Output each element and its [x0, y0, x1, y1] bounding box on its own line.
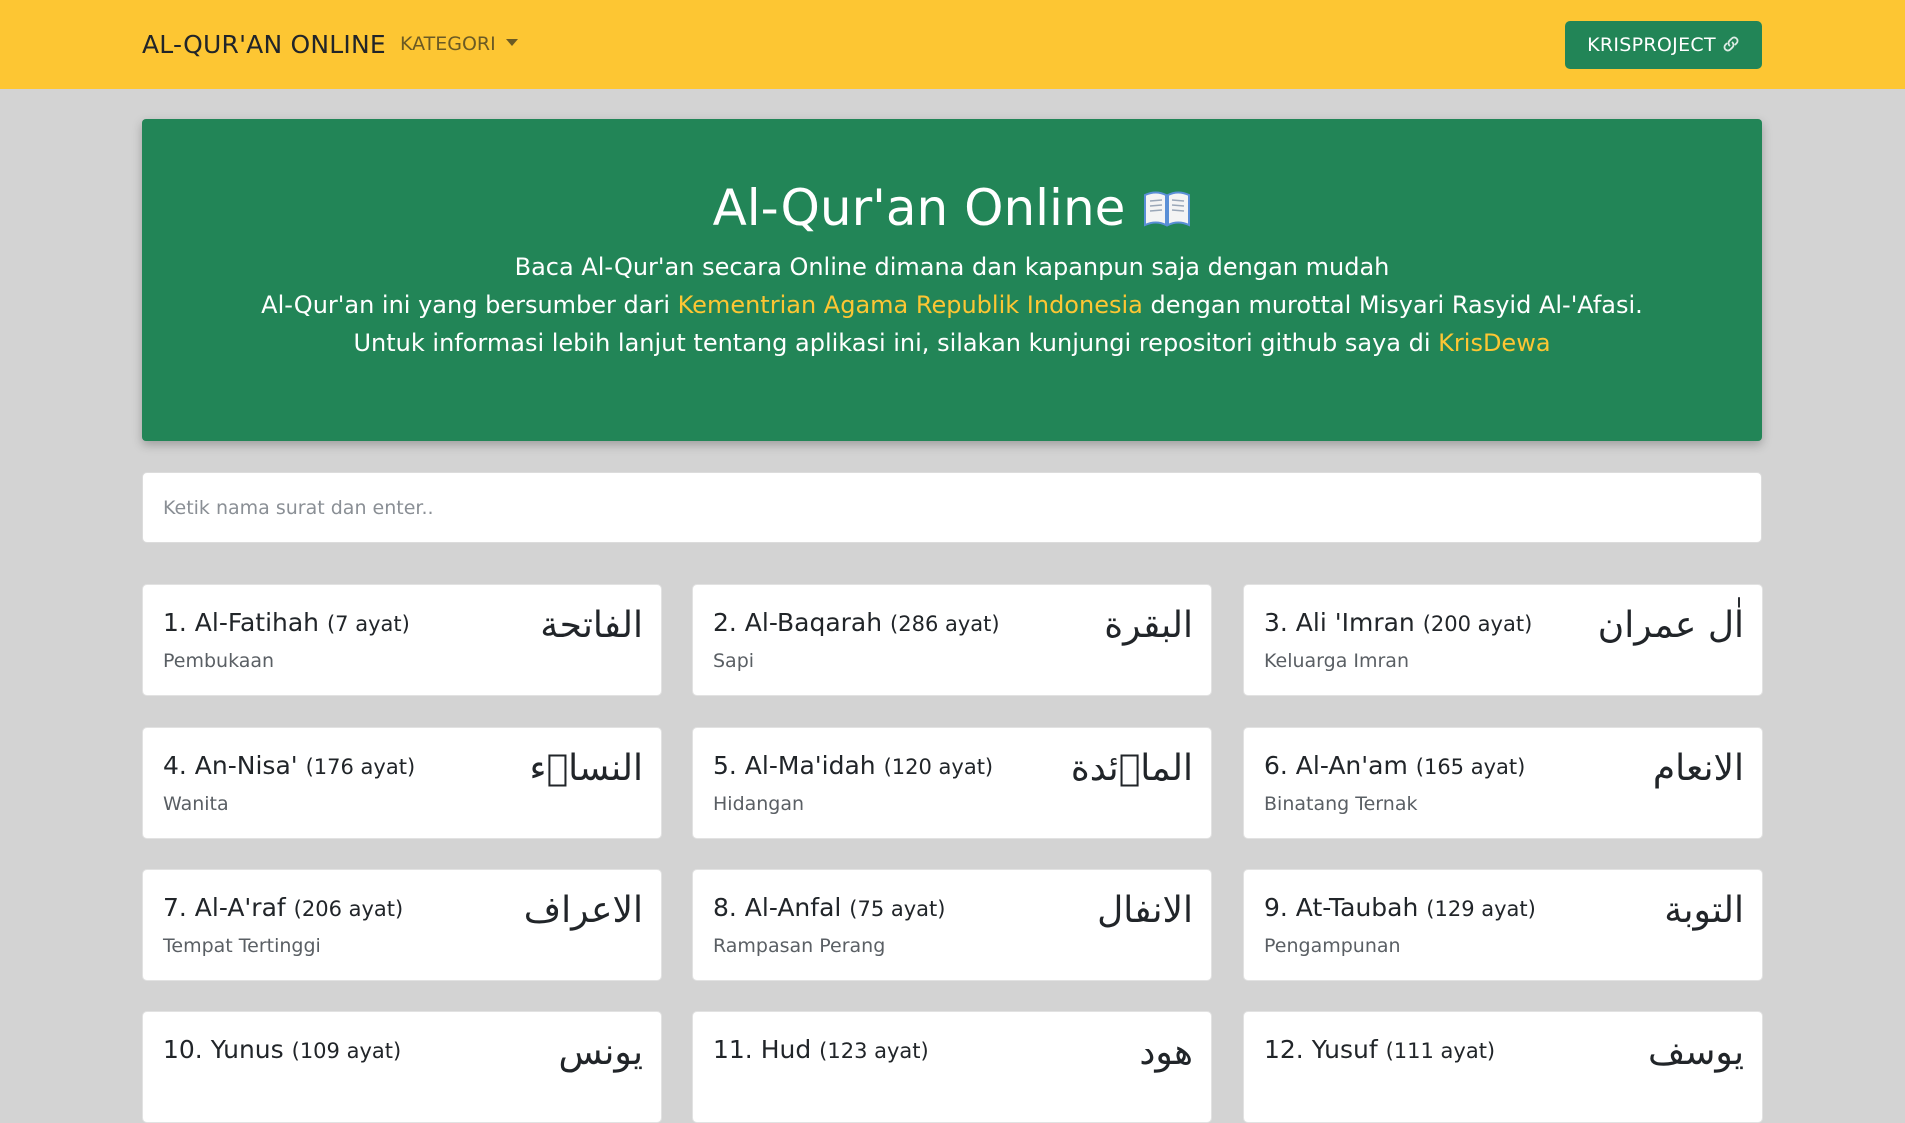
surah-title: 7. Al-A'raf (206 ayat)	[163, 892, 403, 925]
kategori-label: KATEGORI	[400, 33, 496, 55]
surah-card[interactable]: 8. Al-Anfal (75 ayat) Rampasan Perang ال…	[692, 869, 1212, 981]
surah-title: 11. Hud (123 ayat)	[713, 1034, 929, 1067]
hero-description-line3: Untuk informasi lebih lanjut tentang apl…	[142, 326, 1762, 360]
kemenag-link[interactable]: Kementrian Agama Republik Indonesia	[678, 291, 1143, 319]
surah-name: 6. Al-An'am	[1264, 751, 1408, 780]
surah-card[interactable]: 7. Al-A'raf (206 ayat) Tempat Tertinggi …	[142, 869, 662, 981]
surah-meaning: Binatang Ternak	[1264, 793, 1418, 815]
surah-ayat-count: (123 ayat)	[819, 1039, 929, 1063]
surah-ayat-count: (129 ayat)	[1426, 897, 1536, 921]
surah-arabic-name: النساۤء	[529, 748, 643, 789]
hero-description-line1: Baca Al-Qur'an secara Online dimana dan …	[514, 253, 1390, 281]
surah-title: 1. Al-Fatihah (7 ayat)	[163, 607, 410, 640]
hero-line2-prefix: Al-Qur'an ini yang bersumber dari	[261, 291, 678, 319]
surah-card[interactable]: 12. Yusuf (111 ayat) يوسف	[1243, 1011, 1763, 1123]
surah-name: 5. Al-Ma'idah	[713, 751, 876, 780]
surah-arabic-name: يوسف	[1647, 1032, 1744, 1073]
surah-meaning: Pembukaan	[163, 650, 275, 672]
hero-line3-prefix: Untuk informasi lebih lanjut tentang apl…	[353, 329, 1439, 357]
surah-card[interactable]: 11. Hud (123 ayat) هود	[692, 1011, 1212, 1123]
hero-jumbotron: Al-Qur'an Online Baca Al-Qur'an secara O…	[142, 119, 1762, 441]
surah-card[interactable]: 9. At-Taubah (129 ayat) Pengampunan التو…	[1243, 869, 1763, 981]
surah-arabic-name: البقرة	[1104, 605, 1193, 646]
surah-title: 4. An-Nisa' (176 ayat)	[163, 750, 415, 783]
surah-ayat-count: (165 ayat)	[1415, 755, 1526, 779]
surah-arabic-name: الانفال	[1097, 890, 1193, 931]
caret-down-icon	[505, 39, 518, 46]
surah-meaning: Sapi	[713, 650, 755, 672]
surah-title: 2. Al-Baqarah (286 ayat)	[713, 607, 1000, 640]
surah-meaning: Hidangan	[713, 793, 805, 815]
surah-ayat-count: (75 ayat)	[849, 897, 946, 921]
surah-ayat-count: (200 ayat)	[1422, 612, 1533, 636]
surah-ayat-count: (111 ayat)	[1385, 1039, 1496, 1063]
surah-title: 6. Al-An'am (165 ayat)	[1264, 750, 1525, 783]
surah-title: 5. Al-Ma'idah (120 ayat)	[713, 750, 993, 783]
surah-ayat-count: (120 ayat)	[883, 755, 994, 779]
surah-ayat-count: (7 ayat)	[326, 612, 410, 636]
surah-meaning: Wanita	[163, 793, 229, 815]
surah-card[interactable]: 5. Al-Ma'idah (120 ayat) Hidangan الماۤئ…	[692, 727, 1212, 839]
surah-meaning: Tempat Tertinggi	[163, 935, 321, 957]
surah-ayat-count: (286 ayat)	[890, 612, 1000, 636]
hero-description-line2: Al-Qur'an ini yang bersumber dari Kement…	[142, 288, 1762, 322]
surah-title: 12. Yusuf (111 ayat)	[1264, 1034, 1495, 1067]
kategori-dropdown[interactable]: KATEGORI	[400, 0, 518, 89]
surah-arabic-name: اٰل عمران	[1597, 605, 1744, 646]
surah-arabic-name: الاعراف	[523, 890, 643, 931]
brand-link[interactable]: AL-QUR'AN ONLINE	[142, 0, 386, 89]
surah-name: 10. Yunus	[163, 1035, 284, 1064]
surah-name: 7. Al-A'raf	[163, 893, 286, 922]
krisproject-label: KRISPROJECT	[1587, 34, 1716, 56]
link-icon	[1722, 22, 1740, 70]
surah-ayat-count: (206 ayat)	[293, 897, 404, 921]
surah-title: 8. Al-Anfal (75 ayat)	[713, 892, 945, 925]
surah-arabic-name: الانعام	[1652, 748, 1744, 789]
surah-name: 3. Ali 'Imran	[1264, 608, 1415, 637]
surah-title: 3. Ali 'Imran (200 ayat)	[1264, 607, 1532, 640]
surah-title: 9. At-Taubah (129 ayat)	[1264, 892, 1536, 925]
surah-name: 4. An-Nisa'	[163, 751, 298, 780]
surah-name: 2. Al-Baqarah	[713, 608, 883, 637]
navbar: AL-QUR'AN ONLINE KATEGORI KRISPROJECT	[0, 0, 1905, 89]
surah-meaning: Pengampunan	[1264, 935, 1401, 957]
surah-card[interactable]: 10. Yunus (109 ayat) يونس	[142, 1011, 662, 1123]
hero-title-text: Al-Qur'an Online	[712, 179, 1126, 237]
surah-card[interactable]: 1. Al-Fatihah (7 ayat) Pembukaan الفاتحة	[142, 584, 662, 696]
surah-arabic-name: الفاتحة	[540, 605, 643, 646]
surah-arabic-name: يونس	[558, 1032, 643, 1073]
krisproject-button[interactable]: KRISPROJECT	[1565, 21, 1762, 69]
surah-name: 11. Hud	[713, 1035, 812, 1064]
surah-ayat-count: (109 ayat)	[291, 1039, 402, 1063]
surah-name: 8. Al-Anfal	[713, 893, 842, 922]
surah-meaning: Rampasan Perang	[713, 935, 886, 957]
surah-meaning: Keluarga Imran	[1264, 650, 1409, 672]
surah-name: 1. Al-Fatihah	[163, 608, 320, 637]
surah-arabic-name: الماۤئدة	[1070, 748, 1193, 789]
surah-name: 9. At-Taubah	[1264, 893, 1419, 922]
surah-card[interactable]: 6. Al-An'am (165 ayat) Binatang Ternak ا…	[1243, 727, 1763, 839]
hero-line2-suffix: dengan murottal Misyari Rasyid Al-'Afasi…	[1142, 291, 1643, 319]
surah-card[interactable]: 4. An-Nisa' (176 ayat) Wanita النساۤء	[142, 727, 662, 839]
surah-ayat-count: (176 ayat)	[305, 755, 416, 779]
open-book-icon	[1143, 179, 1191, 227]
surah-arabic-name: هود	[1139, 1032, 1193, 1073]
hero-title: Al-Qur'an Online	[142, 177, 1762, 239]
surah-card[interactable]: 3. Ali 'Imran (200 ayat) Keluarga Imran …	[1243, 584, 1763, 696]
surah-card[interactable]: 2. Al-Baqarah (286 ayat) Sapi البقرة	[692, 584, 1212, 696]
krisdewa-link[interactable]: KrisDewa	[1438, 329, 1550, 357]
surah-search-input[interactable]	[142, 472, 1762, 543]
surah-name: 12. Yusuf	[1264, 1035, 1378, 1064]
surah-arabic-name: التوبة	[1664, 890, 1744, 931]
surah-title: 10. Yunus (109 ayat)	[163, 1034, 401, 1067]
